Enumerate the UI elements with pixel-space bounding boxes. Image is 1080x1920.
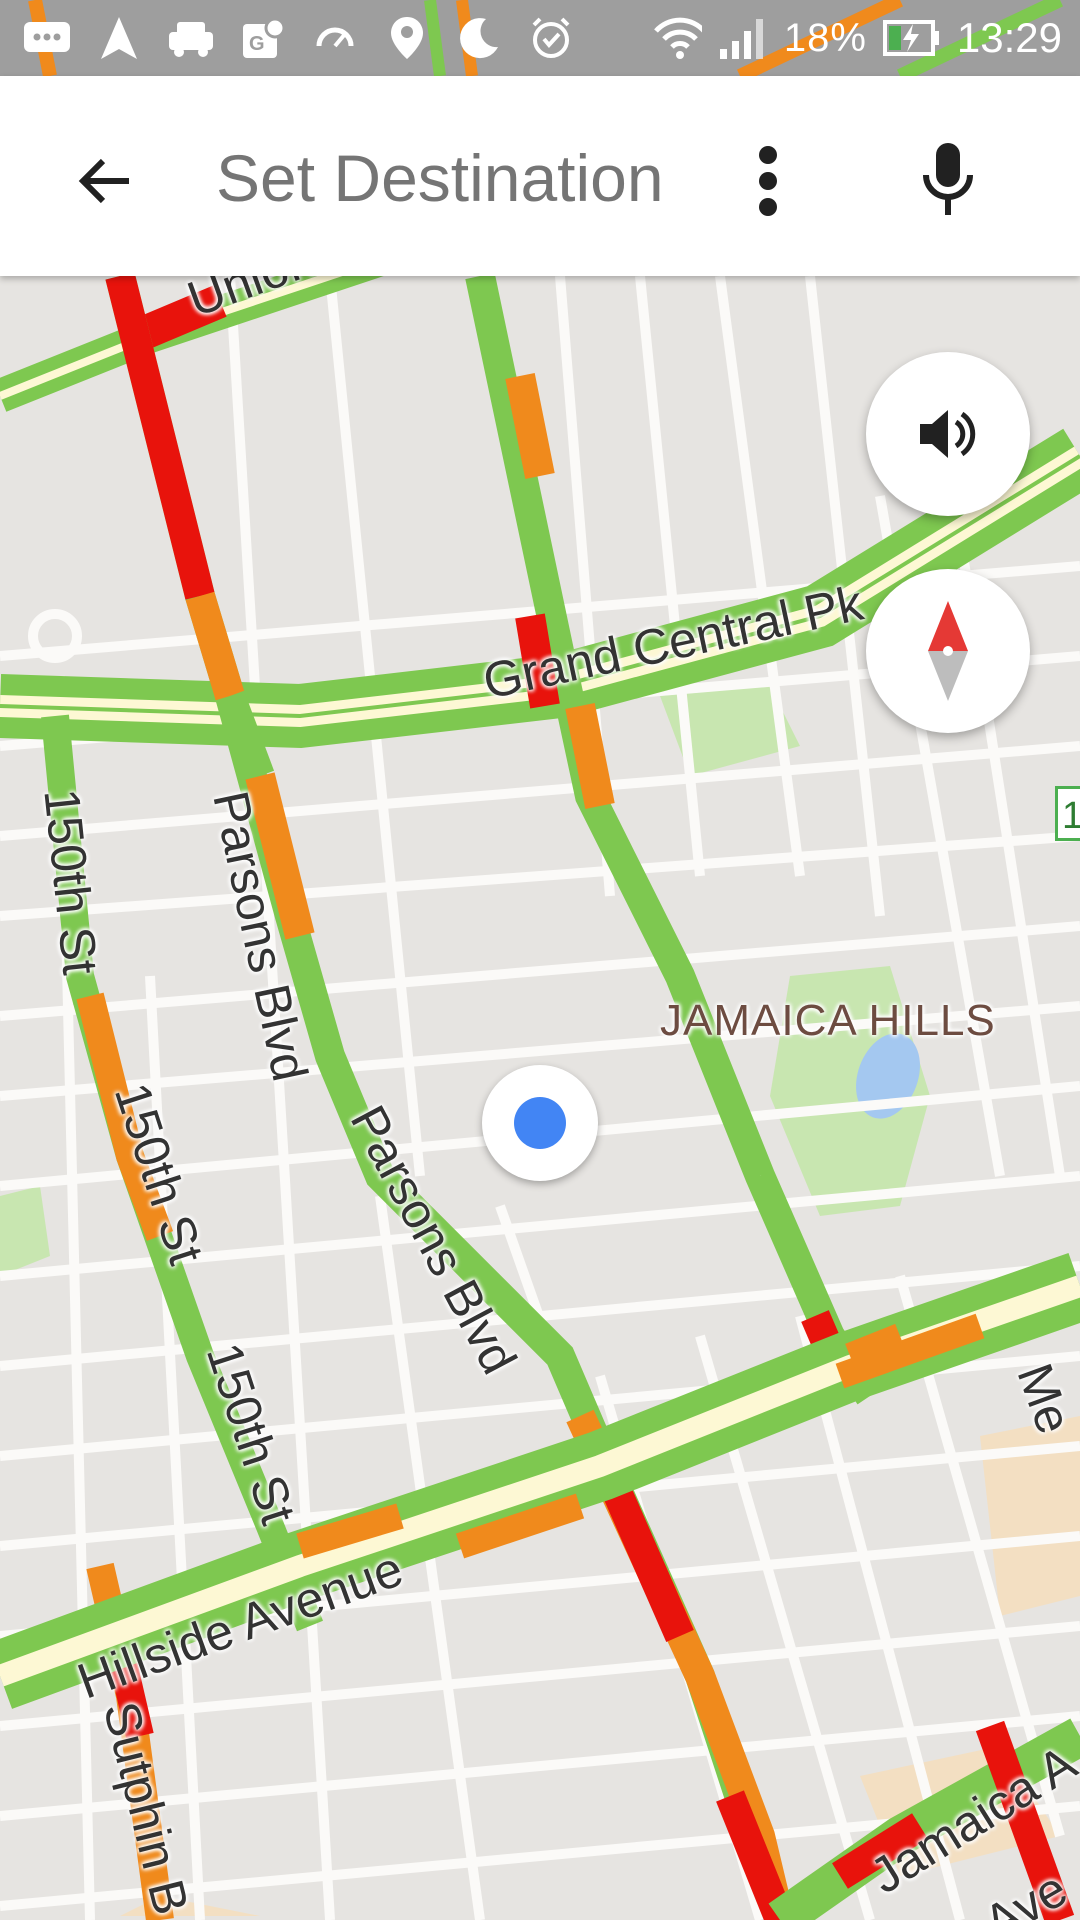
microphone-icon xyxy=(922,142,973,215)
back-button[interactable] xyxy=(60,136,150,226)
location-icon xyxy=(382,13,432,63)
location-dot-core xyxy=(514,1097,566,1149)
more-options-button[interactable] xyxy=(728,131,808,231)
navigation-icon xyxy=(94,13,144,63)
maps-icon: G xyxy=(238,13,288,63)
battery-charging-icon xyxy=(882,13,941,63)
car-icon xyxy=(166,13,216,63)
map-label-jamaica-hills: JAMAICA HILLS xyxy=(660,996,996,1045)
voice-search-button[interactable] xyxy=(900,128,995,233)
destination-search-input[interactable]: Set Destination xyxy=(216,138,696,218)
battery-percent: 18% xyxy=(783,15,867,60)
compass-button[interactable] xyxy=(866,569,1030,733)
status-bar: G 18% 13:29 xyxy=(0,0,1080,76)
arrow-back-icon xyxy=(78,158,129,204)
clock: 13:29 xyxy=(956,14,1062,61)
my-location-dot-icon xyxy=(482,1065,598,1181)
more-vert-icon xyxy=(759,146,777,216)
search-app-bar: Set Destination xyxy=(0,76,1080,276)
svg-text:G: G xyxy=(249,33,265,55)
volume-icon xyxy=(920,410,976,458)
message-icon xyxy=(22,13,72,63)
sound-button[interactable] xyxy=(866,352,1030,516)
alarm-icon xyxy=(526,13,576,63)
speedometer-icon xyxy=(310,13,360,63)
compass-icon xyxy=(928,601,968,701)
signal-icon xyxy=(718,13,768,63)
moon-icon xyxy=(454,13,504,63)
route-shield: 1 xyxy=(1055,786,1080,841)
wifi-icon xyxy=(652,13,702,63)
